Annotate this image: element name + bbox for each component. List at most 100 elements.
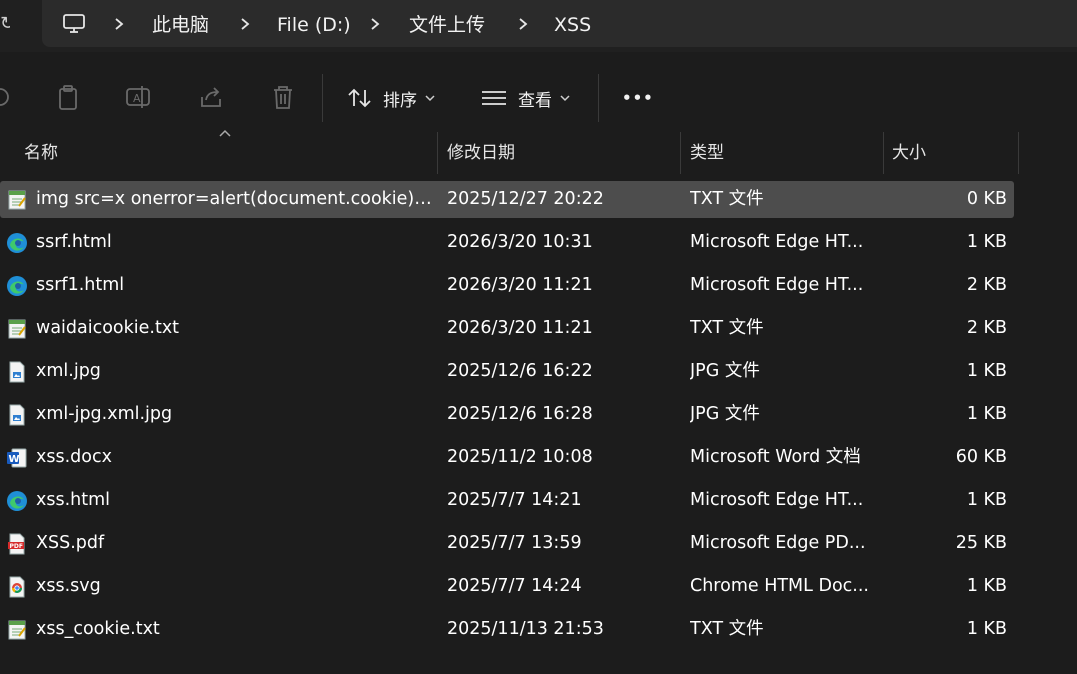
chevron-down-icon [425, 95, 435, 102]
breadcrumb-drive-d[interactable]: File (D:) [277, 0, 351, 47]
file-type: Chrome HTML Doc... [690, 576, 869, 596]
file-modified-date: 2025/11/2 10:08 [447, 447, 593, 467]
file-size: 60 KB [955, 447, 1007, 467]
chevron-right-icon[interactable] [238, 16, 252, 32]
view-list-icon [482, 91, 506, 105]
view-button[interactable]: 查看 [481, 80, 570, 116]
this-pc-icon [63, 14, 85, 33]
file-type: Microsoft Edge HT... [690, 232, 864, 252]
edge-file-icon [6, 490, 28, 512]
address-bar[interactable]: 此电脑 File (D:) 文件上传 XSS [42, 0, 1077, 47]
column-date-header[interactable]: 修改日期 [447, 132, 515, 174]
file-modified-date: 2025/12/27 20:22 [447, 189, 604, 209]
file-size: 1 KB [966, 404, 1007, 424]
column-name-header[interactable]: 名称 [24, 132, 58, 174]
file-size: 1 KB [966, 232, 1007, 252]
file-row[interactable]: xss.svg 2025/7/7 14:24 Chrome HTML Doc... 1… [0, 568, 1014, 605]
view-label: 查看 [518, 90, 552, 111]
breadcrumb-xss-folder[interactable]: XSS [554, 0, 591, 47]
column-divider[interactable] [680, 132, 681, 174]
file-modified-date: 2025/11/13 21:53 [447, 619, 604, 639]
file-size: 1 KB [966, 576, 1007, 596]
svg-text:W: W [9, 454, 20, 465]
file-name: xss.svg [36, 576, 101, 596]
file-type: JPG 文件 [690, 361, 760, 381]
breadcrumb-this-pc[interactable]: 此电脑 [152, 0, 209, 47]
delete-icon[interactable] [269, 83, 297, 111]
chevron-down-icon [560, 95, 570, 102]
file-row[interactable]: xss_cookie.txt 2025/11/13 21:53 TXT 文件 1 KB [0, 611, 1014, 648]
column-type-header[interactable]: 类型 [690, 132, 724, 174]
file-name: img src=x onerror=alert(document.cookie)… [36, 189, 432, 209]
file-row[interactable]: img src=x onerror=alert(document.cookie)… [0, 181, 1014, 218]
column-divider[interactable] [437, 132, 438, 174]
file-type: TXT 文件 [690, 318, 764, 338]
jpg-file-icon [6, 361, 28, 383]
file-name: XSS.pdf [36, 533, 105, 553]
edge-file-icon [6, 232, 28, 254]
file-name: xss.docx [36, 447, 112, 467]
file-modified-date: 2026/3/20 10:31 [447, 232, 593, 252]
jpg-file-icon [6, 404, 28, 426]
file-size: 2 KB [966, 275, 1007, 295]
column-divider[interactable] [883, 132, 884, 174]
file-row[interactable]: PDF XSS.pdf 2025/7/7 13:59 Microsoft Edge P… [0, 525, 1014, 562]
file-name: ssrf.html [36, 232, 112, 252]
cut-icon[interactable] [0, 83, 14, 111]
chevron-right-icon[interactable] [112, 16, 126, 32]
file-name: xss_cookie.txt [36, 619, 160, 639]
rename-icon[interactable]: A [124, 83, 152, 111]
pdf-file-icon: PDF [6, 533, 28, 555]
file-size: 25 KB [955, 533, 1007, 553]
file-modified-date: 2025/7/7 14:24 [447, 576, 582, 596]
file-type: TXT 文件 [690, 619, 764, 639]
word-file-icon: W [6, 447, 28, 469]
file-row[interactable]: xml.jpg 2025/12/6 16:22 JPG 文件 1 KB [0, 353, 1014, 390]
column-size-header[interactable]: 大小 [892, 132, 926, 174]
chevron-right-icon[interactable] [368, 16, 382, 32]
file-modified-date: 2025/7/7 14:21 [447, 490, 582, 510]
command-bar: A 排序 查看 ••• [0, 52, 1077, 142]
sort-label: 排序 [383, 90, 417, 111]
file-name: ssrf1.html [36, 275, 125, 295]
share-icon[interactable] [197, 83, 225, 111]
file-row[interactable]: waidaicookie.txt 2026/3/20 11:21 TXT 文件 2 K… [0, 310, 1014, 347]
file-size: 0 KB [966, 189, 1007, 209]
refresh-icon[interactable]: ↻ [0, 12, 10, 36]
txt-file-icon [6, 189, 28, 211]
file-type: JPG 文件 [690, 404, 760, 424]
file-row[interactable]: xml-jpg.xml.jpg 2025/12/6 16:28 JPG 文件 1 KB [0, 396, 1014, 433]
file-row[interactable]: ssrf1.html 2026/3/20 11:21 Microsoft Edge … [0, 267, 1014, 304]
file-modified-date: 2026/3/20 11:21 [447, 318, 593, 338]
chrome-file-icon [6, 576, 28, 598]
txt-file-icon [6, 318, 28, 340]
column-divider[interactable] [1018, 132, 1019, 174]
txt-file-icon [6, 619, 28, 641]
svg-text:A: A [133, 92, 141, 105]
breadcrumb-upload-folder[interactable]: 文件上传 [409, 0, 485, 47]
file-name: xml.jpg [36, 361, 101, 381]
file-modified-date: 2025/12/6 16:28 [447, 404, 593, 424]
file-type: Microsoft Edge HT... [690, 490, 864, 510]
title-bar: ↻ 此电脑 File (D:) 文件上传 XSS [0, 0, 1077, 52]
file-size: 1 KB [966, 619, 1007, 639]
edge-file-icon [6, 275, 28, 297]
sort-button[interactable]: 排序 [346, 80, 435, 116]
file-type: Microsoft Edge PD... [690, 533, 866, 553]
column-header: 名称 修改日期 类型 大小 [0, 132, 1077, 174]
file-row[interactable]: Wxss.docx 2025/11/2 10:08 Microsoft Word 文… [0, 439, 1014, 476]
file-modified-date: 2025/7/7 13:59 [447, 533, 582, 553]
file-row[interactable]: xss.html 2025/7/7 14:21 Microsoft Edge HT.… [0, 482, 1014, 519]
file-size: 1 KB [966, 361, 1007, 381]
chevron-right-icon[interactable] [516, 16, 530, 32]
file-size: 1 KB [966, 490, 1007, 510]
file-type: Microsoft Word 文档 [690, 447, 861, 467]
file-row[interactable]: ssrf.html 2026/3/20 10:31 Microsoft Edge H… [0, 224, 1014, 261]
file-type: Microsoft Edge HT... [690, 275, 864, 295]
toolbar-separator [598, 74, 599, 122]
file-modified-date: 2025/12/6 16:22 [447, 361, 593, 381]
more-options-button[interactable]: ••• [622, 80, 654, 116]
copy-icon[interactable] [53, 83, 81, 111]
file-name: xml-jpg.xml.jpg [36, 404, 173, 424]
svg-text:PDF: PDF [10, 543, 23, 550]
